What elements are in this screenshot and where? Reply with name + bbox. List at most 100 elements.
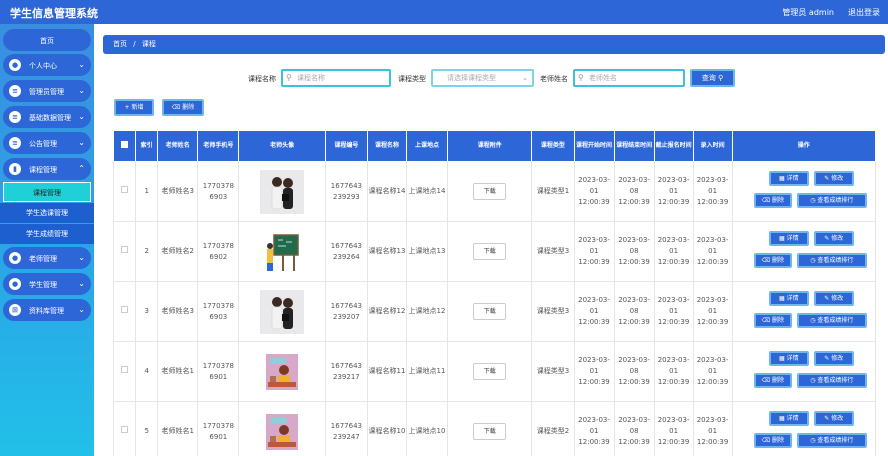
trash-icon: ⌫	[761, 316, 771, 324]
rank-button[interactable]: ◷ 查看成绩排行	[796, 252, 867, 268]
course-name-input[interactable]: ⚲ 课程名称	[281, 69, 391, 87]
rank-label: 查看成绩排行	[817, 316, 854, 324]
row-select-cell[interactable]	[112, 341, 137, 402]
download-button[interactable]: 下载	[473, 423, 507, 440]
cell-avatar	[238, 221, 326, 282]
download-button[interactable]: 下载	[473, 303, 507, 320]
add-button[interactable]: + 新增	[114, 99, 154, 116]
row-select-cell[interactable]	[112, 221, 137, 282]
teacher-avatar-image	[260, 409, 305, 454]
logout-link[interactable]: 退出登录	[848, 7, 880, 18]
sidebar-item-home[interactable]: 首页	[3, 29, 91, 51]
delete-button[interactable]: ⌫ 删除	[753, 372, 792, 388]
course-type-select[interactable]: 请选择课程类型 ⌄	[431, 69, 534, 87]
delete-button[interactable]: ⌫ 删除	[753, 252, 792, 268]
detail-button[interactable]: ▦ 详情	[768, 230, 809, 246]
cell-avatar	[238, 401, 326, 456]
search-button[interactable]: 查询 ⚲	[690, 69, 735, 87]
cell-course-code: 1677643 239264	[324, 221, 368, 282]
batch-delete-button[interactable]: ⌫ 删除	[162, 99, 204, 116]
sidebar-item-course[interactable]: ▮ 课程管理 ⌃	[3, 158, 91, 180]
sidebar-item-profile[interactable]: ● 个人中心 ⌄	[3, 54, 91, 76]
cell-text-part: 239247	[333, 432, 360, 441]
sidebar-item-basic-data[interactable]: ≡ 基础数据管理 ⌄	[3, 106, 91, 128]
detail-label: 详情	[786, 414, 799, 422]
download-button[interactable]: 下载	[473, 363, 507, 380]
cell-deadline: 2023-03-01 12:00:39	[653, 221, 694, 282]
cell-course-name: 课程名称10	[366, 401, 407, 456]
sidebar-item-label: 学生管理	[29, 281, 57, 289]
header-cell: 截止报名时间	[653, 130, 694, 162]
edit-button[interactable]: ✎ 修改	[813, 170, 854, 186]
sidebar-item-label: 基础数据管理	[29, 114, 71, 122]
cell-created-time: 2023-03-01 12:00:39	[692, 161, 733, 222]
table-row: 3 老师姓名3 1770378 6903 1677643 239207 课程名称12 上课地点…	[112, 281, 877, 342]
rank-button[interactable]: ◷ 查看成绩排行	[796, 192, 867, 208]
delete-button[interactable]: ⌫ 删除	[753, 312, 792, 328]
user-icon: ●	[9, 252, 21, 264]
rank-button[interactable]: ◷ 查看成绩排行	[796, 312, 867, 328]
row-checkbox[interactable]	[121, 426, 129, 433]
sidebar-item-student[interactable]: ● 学生管理 ⌄	[3, 273, 91, 295]
pencil-icon: ✎	[824, 354, 830, 362]
row-checkbox[interactable]	[121, 246, 129, 253]
detail-button[interactable]: ▦ 详情	[768, 170, 809, 186]
cell-actions: ▦ 详情 ✎ 修改 ⌫ 删除 ◷ 查看成绩排行	[731, 401, 877, 456]
teacher-name-input[interactable]: ⚲ 老师姓名	[573, 69, 685, 87]
cell-course-name: 课程名称14	[366, 161, 407, 222]
chevron-down-icon: ⌄	[78, 112, 85, 121]
edit-label: 修改	[831, 174, 844, 182]
rank-button[interactable]: ◷ 查看成绩排行	[796, 432, 867, 448]
cell-course-code: 1677643 239247	[324, 401, 368, 456]
delete-label: 删除	[771, 316, 784, 324]
breadcrumb-home[interactable]: 首页	[113, 40, 127, 48]
select-all-checkbox[interactable]	[121, 140, 129, 148]
header-cell: 课程编号	[324, 130, 368, 162]
edit-button[interactable]: ✎ 修改	[813, 230, 854, 246]
cell-index: 5	[135, 401, 159, 456]
sidebar-item-library[interactable]: ⊞ 资料库管理 ⌄	[3, 299, 91, 321]
rank-label: 查看成绩排行	[817, 196, 854, 204]
rank-label: 查看成绩排行	[817, 376, 854, 384]
cell-text-part: 1677643	[330, 181, 362, 190]
edit-button[interactable]: ✎ 修改	[813, 410, 854, 426]
app-title: 学生信息管理系统	[10, 7, 98, 20]
row-actions: ▦ 详情 ✎ 修改 ⌫ 删除 ◷ 查看成绩排行	[739, 408, 869, 456]
submenu-student-course[interactable]: 学生选课管理	[0, 203, 94, 223]
detail-button[interactable]: ▦ 详情	[768, 350, 809, 366]
rank-button[interactable]: ◷ 查看成绩排行	[796, 372, 867, 388]
sidebar-item-admin[interactable]: ≡ 管理员管理 ⌄	[3, 80, 91, 102]
submenu-student-score[interactable]: 学生成绩管理	[0, 224, 94, 244]
header-cell: 索引	[135, 130, 159, 162]
download-button[interactable]: 下载	[473, 243, 507, 260]
delete-button[interactable]: ⌫ 删除	[753, 432, 792, 448]
detail-button[interactable]: ▦ 详情	[768, 290, 809, 306]
sidebar-item-notice[interactable]: ≡ 公告管理 ⌄	[3, 132, 91, 154]
row-checkbox[interactable]	[121, 366, 129, 373]
delete-button[interactable]: ⌫ 删除	[753, 192, 792, 208]
edit-button[interactable]: ✎ 修改	[813, 290, 854, 306]
row-select-cell[interactable]	[112, 161, 137, 222]
sidebar-item-teacher[interactable]: ● 老师管理 ⌄	[3, 247, 91, 269]
detail-button[interactable]: ▦ 详情	[768, 410, 809, 426]
edit-button[interactable]: ✎ 修改	[813, 350, 854, 366]
header-select-all[interactable]	[112, 130, 137, 162]
row-select-cell[interactable]	[112, 281, 137, 342]
file-icon: ▦	[778, 234, 785, 242]
row-checkbox[interactable]	[121, 186, 129, 193]
download-button[interactable]: 下载	[473, 183, 507, 200]
cell-course-code: 1677643 239293	[324, 161, 368, 222]
breadcrumb: 首页 / 课程	[103, 35, 885, 54]
cell-attachment: 下载	[447, 161, 533, 222]
search-icon: ⚲	[286, 73, 292, 82]
trash-icon: ⌫	[761, 436, 771, 444]
cell-text-part: 6901	[209, 432, 228, 441]
cell-text-part: 239264	[333, 252, 360, 261]
cell-teacher-phone: 1770378 6901	[197, 341, 240, 402]
submenu-course-manage[interactable]: 课程管理	[3, 182, 91, 202]
table-row: 5 老师姓名1 1770378 6901 1677643 239247 课程名称10 上课地点…	[112, 401, 877, 456]
course-type-placeholder: 请选择课程类型	[447, 74, 496, 82]
row-checkbox[interactable]	[121, 306, 129, 313]
cell-teacher-name: 老师姓名3	[157, 161, 199, 222]
row-select-cell[interactable]	[112, 401, 137, 456]
